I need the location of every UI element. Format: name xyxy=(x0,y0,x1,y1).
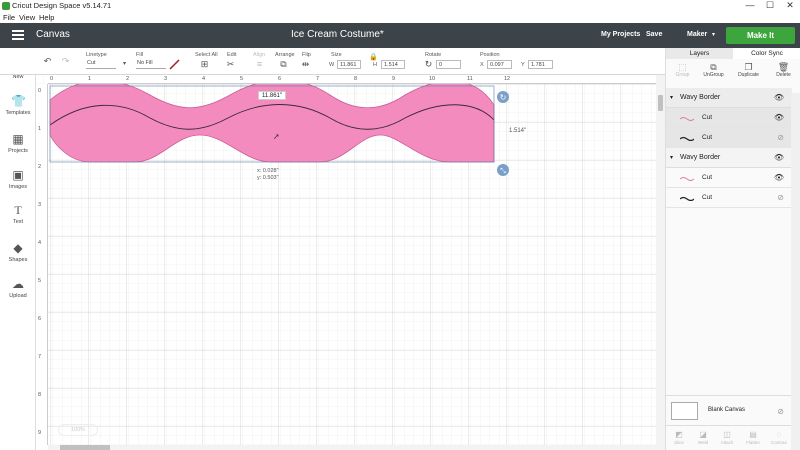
flatten-icon: ▤ xyxy=(749,430,757,439)
ruler-mark: 8 xyxy=(38,392,42,398)
layer-group[interactable]: ▾ Wavy Border 👁 xyxy=(666,148,792,168)
bottom-actions: ◩ Slice ◪ Weld ◫ Attach ▤ Flatten ◌ Contour xyxy=(666,425,792,450)
duplicate-button[interactable]: ❐ Duplicate xyxy=(732,62,765,78)
eye-icon[interactable]: 👁 xyxy=(774,113,784,122)
ruler-mark: 9 xyxy=(392,76,396,82)
group-name: Wavy Border xyxy=(680,154,721,161)
contour-icon: ◌ xyxy=(776,430,782,439)
ruler-mark: 7 xyxy=(316,76,320,82)
panel-scrollbar[interactable] xyxy=(791,93,800,450)
cursor-x-readout: x: 0.028" xyxy=(257,168,279,174)
ruler-mark: 1 xyxy=(38,126,42,132)
ungroup-button[interactable]: ⧉ UnGroup xyxy=(697,62,730,78)
ruler-mark: 9 xyxy=(38,430,42,436)
width-readout: 11.861" xyxy=(258,91,286,100)
action-label: Group xyxy=(675,72,690,78)
eye-icon[interactable]: 👁 xyxy=(774,173,784,182)
eye-hidden-icon[interactable]: ⊘ xyxy=(777,407,784,416)
attach-icon: ◫ xyxy=(723,430,731,439)
layers-panel: Layers Color Sync ⬚ Group ⧉ UnGroup ❐ Du… xyxy=(665,48,800,450)
weld-icon: ◪ xyxy=(699,430,707,439)
ruler-mark: 2 xyxy=(38,164,42,170)
action-label: Flatten xyxy=(746,440,760,445)
ruler-mark: 11 xyxy=(467,76,473,82)
zoom-control[interactable]: 100% xyxy=(58,424,98,436)
slice-button[interactable]: ◩ Slice xyxy=(668,430,690,445)
flatten-button[interactable]: ▤ Flatten xyxy=(742,430,764,445)
layer-label: Cut xyxy=(702,114,713,121)
ruler-mark: 12 xyxy=(504,76,511,82)
action-label: Weld xyxy=(697,440,709,445)
layer-thumbnail-icon xyxy=(680,136,694,141)
ruler-mark: 5 xyxy=(38,278,42,284)
action-label: UnGroup xyxy=(703,72,724,78)
trash-icon: 🗑 xyxy=(777,62,790,72)
duplicate-icon: ❐ xyxy=(744,62,753,72)
slice-icon: ◩ xyxy=(675,430,683,439)
layer-label: Cut xyxy=(702,194,713,201)
height-readout: 1.514" xyxy=(509,128,527,134)
layer-thumbnail-icon xyxy=(680,177,694,181)
layer-item[interactable]: Cut 👁 xyxy=(666,168,792,188)
ruler-left: 0 1 2 3 4 5 6 7 8 9 xyxy=(36,84,48,445)
ruler-mark: 5 xyxy=(240,76,244,82)
eye-icon[interactable]: 👁 xyxy=(774,93,784,102)
action-label: Slice xyxy=(674,440,684,445)
ruler-mark: 10 xyxy=(429,76,436,82)
ruler-mark: 4 xyxy=(38,240,42,246)
action-label: Duplicate xyxy=(738,72,759,78)
group-name: Wavy Border xyxy=(680,94,721,101)
tab-layers[interactable]: Layers xyxy=(666,48,733,59)
ungroup-icon: ⧉ xyxy=(710,62,717,72)
ruler-mark: 7 xyxy=(38,354,42,360)
layer-label: Cut xyxy=(702,134,713,141)
ruler-mark: 0 xyxy=(38,88,42,94)
attach-button[interactable]: ◫ Attach xyxy=(716,430,738,445)
chevron-down-icon[interactable]: ▾ xyxy=(670,94,673,101)
canvas-swatch[interactable] xyxy=(671,402,698,420)
ruler-top: 0 1 2 3 4 5 6 7 8 9 10 11 12 xyxy=(48,75,656,84)
layer-label: Cut xyxy=(702,174,713,181)
ruler-mark: 2 xyxy=(126,76,130,82)
horizontal-scrollbar[interactable] xyxy=(48,445,656,450)
mouse-cursor-icon: ➚ xyxy=(273,132,280,141)
ruler-mark: 3 xyxy=(38,202,42,208)
eye-hidden-icon[interactable]: ⊘ xyxy=(777,193,784,202)
svg-text:↻: ↻ xyxy=(500,93,507,102)
group-icon: ⬚ xyxy=(678,62,687,72)
layer-item[interactable]: Cut 👁 xyxy=(666,108,792,128)
layer-thumbnail-icon xyxy=(680,117,694,121)
weld-button[interactable]: ◪ Weld xyxy=(692,430,714,445)
group-button[interactable]: ⬚ Group xyxy=(666,62,699,78)
ruler-mark: 1 xyxy=(88,76,92,82)
eye-hidden-icon[interactable]: ⊘ xyxy=(777,133,784,142)
cursor-y-readout: y: 0.503" xyxy=(257,175,279,181)
tab-color-sync[interactable]: Color Sync xyxy=(733,48,800,59)
action-label: Contour xyxy=(770,440,787,445)
delete-button[interactable]: 🗑 Delete xyxy=(767,62,800,78)
ruler-mark: 3 xyxy=(164,76,168,82)
action-label: Delete xyxy=(776,72,791,78)
eye-icon[interactable]: 👁 xyxy=(774,153,784,162)
ruler-mark: 6 xyxy=(278,76,282,82)
ruler-mark: 6 xyxy=(38,316,42,322)
ruler-mark: 0 xyxy=(50,76,54,82)
ruler-mark: 4 xyxy=(202,76,206,82)
scroll-thumb[interactable] xyxy=(60,445,110,450)
chevron-down-icon[interactable]: ▾ xyxy=(670,154,673,161)
layer-thumbnail-icon xyxy=(680,196,694,201)
scroll-thumb[interactable] xyxy=(658,95,663,111)
blank-canvas-label: Blank Canvas xyxy=(708,407,746,413)
ruler-mark: 8 xyxy=(354,76,358,82)
svg-text:⤡: ⤡ xyxy=(500,167,506,175)
layer-item[interactable]: Cut ⊘ xyxy=(666,128,792,148)
layer-group[interactable]: ▾ Wavy Border 👁 xyxy=(666,88,792,108)
zoom-level: 100% xyxy=(70,427,86,433)
blank-canvas-row[interactable]: Blank Canvas ⊘ xyxy=(666,395,792,425)
action-label: Attach xyxy=(720,440,734,445)
contour-button[interactable]: ◌ Contour xyxy=(768,430,790,445)
vertical-scrollbar[interactable] xyxy=(656,75,665,450)
layer-item[interactable]: Cut ⊘ xyxy=(666,188,792,208)
